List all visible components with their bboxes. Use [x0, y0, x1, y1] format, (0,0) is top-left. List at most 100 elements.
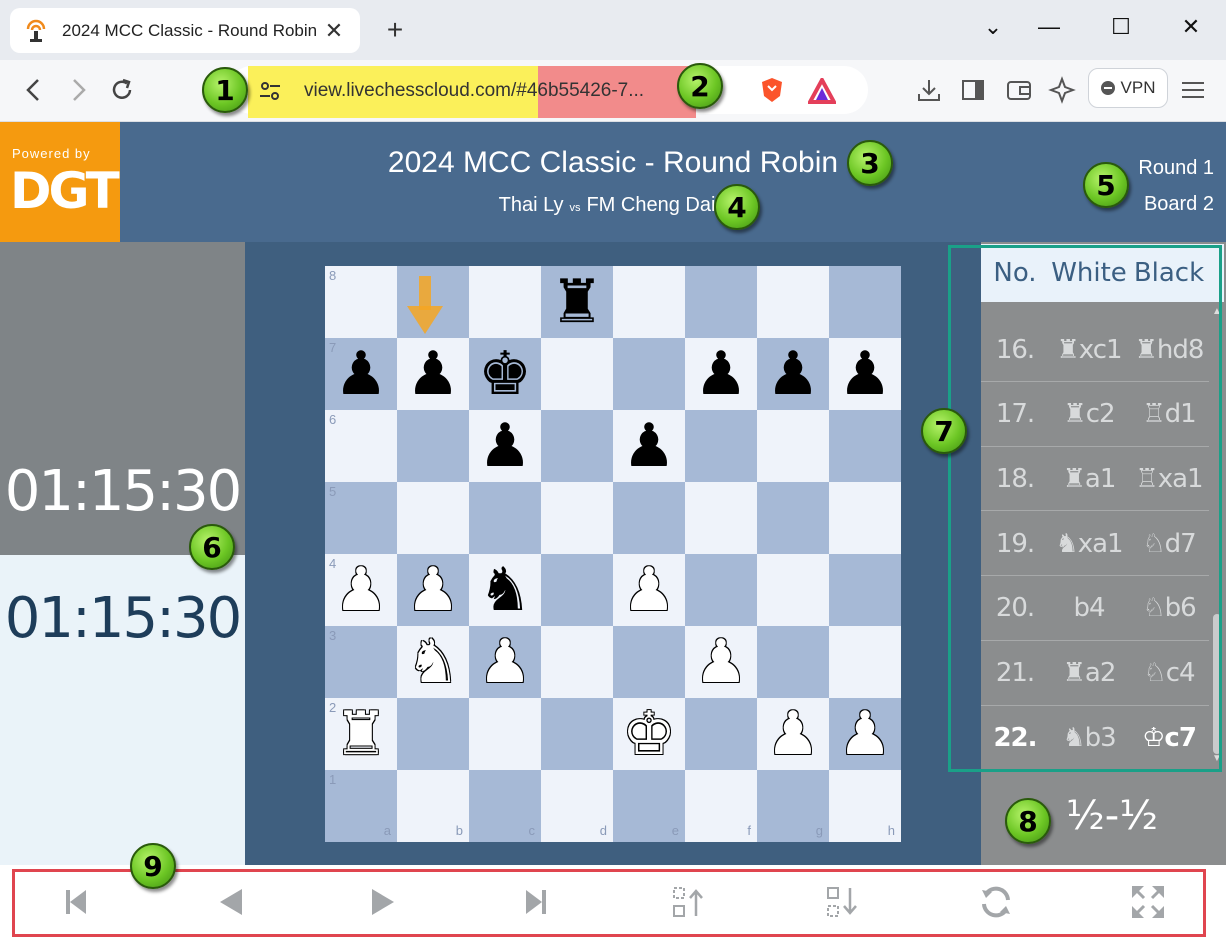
black-king-icon[interactable]: ♚	[469, 338, 541, 410]
square-b3[interactable]: ♞	[397, 626, 469, 698]
square-f1[interactable]: f	[685, 770, 757, 842]
square-g3[interactable]	[757, 626, 829, 698]
maximize-button[interactable]: ☐	[1106, 14, 1136, 40]
square-c5[interactable]	[469, 482, 541, 554]
square-f3[interactable]: ♟	[685, 626, 757, 698]
minimize-button[interactable]: —	[1034, 14, 1064, 40]
white-pawn-icon[interactable]: ♟	[325, 554, 397, 626]
reload-button[interactable]	[104, 74, 140, 106]
square-g2[interactable]: ♟	[757, 698, 829, 770]
square-e3[interactable]	[613, 626, 685, 698]
square-b1[interactable]: b	[397, 770, 469, 842]
square-f4[interactable]	[685, 554, 757, 626]
square-f2[interactable]	[685, 698, 757, 770]
fullscreen-button[interactable]	[1128, 882, 1168, 922]
move-white[interactable]: ♜c2	[1049, 399, 1129, 429]
white-rook-icon[interactable]: ♜	[325, 698, 397, 770]
close-window-button[interactable]: ✕	[1176, 14, 1206, 40]
white-pawn-icon[interactable]: ♟	[397, 554, 469, 626]
square-a4[interactable]: 4 ♟	[325, 554, 397, 626]
white-knight-icon[interactable]: ♞	[397, 626, 469, 698]
white-pawn-icon[interactable]: ♟	[757, 698, 829, 770]
square-a5[interactable]: 5	[325, 482, 397, 554]
black-pawn-icon[interactable]: ♟	[469, 410, 541, 482]
square-h7[interactable]: ♟	[829, 338, 901, 410]
move-black[interactable]: ♘c4	[1129, 658, 1209, 688]
square-c4[interactable]: ♞	[469, 554, 541, 626]
back-button[interactable]	[16, 74, 52, 106]
square-e1[interactable]: e	[613, 770, 685, 842]
square-h8[interactable]	[829, 266, 901, 338]
black-pawn-icon[interactable]: ♟	[829, 338, 901, 410]
black-pawn-icon[interactable]: ♟	[757, 338, 829, 410]
square-h5[interactable]	[829, 482, 901, 554]
move-black[interactable]: ♖d1	[1129, 399, 1209, 429]
square-h2[interactable]: ♟	[829, 698, 901, 770]
leo-ai-icon[interactable]	[1048, 74, 1078, 106]
square-f7[interactable]: ♟	[685, 338, 757, 410]
scroll-up-icon[interactable]: ▲	[1212, 306, 1222, 317]
square-g1[interactable]: g	[757, 770, 829, 842]
scroll-down-icon[interactable]: ▼	[1212, 753, 1222, 764]
square-a2[interactable]: 2 ♜	[325, 698, 397, 770]
square-g4[interactable]	[757, 554, 829, 626]
black-knight-icon[interactable]: ♞	[469, 554, 541, 626]
square-c3[interactable]: ♟	[469, 626, 541, 698]
move-row[interactable]: 18. ♜a1 ♖xa1	[981, 447, 1209, 512]
chessboard[interactable]: 8 ♜ 7 ♟ ♟ ♚ ♟ ♟ ♟ 6 ♟ ♟ 5 4 ♟ ♟ ♞ ♟ 3 ♞ ♟ ♟ 2 ♜ ♚ ♟ ♟ 1 a b c d e f g h	[325, 266, 901, 842]
square-e6[interactable]: ♟	[613, 410, 685, 482]
move-black[interactable]: ♜hd8	[1129, 335, 1209, 365]
square-c1[interactable]: c	[469, 770, 541, 842]
square-b6[interactable]	[397, 410, 469, 482]
square-d6[interactable]	[541, 410, 613, 482]
move-black[interactable]: ♔c7	[1129, 723, 1209, 753]
tab-search-dropdown-icon[interactable]: ⌄	[978, 14, 1008, 40]
square-a1[interactable]: 1a	[325, 770, 397, 842]
brave-rewards-icon[interactable]	[806, 75, 838, 104]
move-row[interactable]: 17. ♜c2 ♖d1	[981, 383, 1209, 447]
square-b5[interactable]	[397, 482, 469, 554]
white-pawn-icon[interactable]: ♟	[469, 626, 541, 698]
square-d8[interactable]: ♜	[541, 266, 613, 338]
move-white[interactable]: ♞xa1	[1049, 529, 1129, 559]
square-h6[interactable]	[829, 410, 901, 482]
square-f5[interactable]	[685, 482, 757, 554]
move-black[interactable]: ♘b6	[1129, 593, 1209, 623]
site-settings-icon[interactable]	[258, 80, 282, 102]
sidebar-icon[interactable]	[958, 74, 988, 106]
square-e4[interactable]: ♟	[613, 554, 685, 626]
square-d4[interactable]	[541, 554, 613, 626]
square-e5[interactable]	[613, 482, 685, 554]
black-pawn-icon[interactable]: ♟	[325, 338, 397, 410]
square-d1[interactable]: d	[541, 770, 613, 842]
move-down-button[interactable]	[822, 882, 862, 922]
wallet-icon[interactable]	[1004, 74, 1034, 106]
square-e2[interactable]: ♚	[613, 698, 685, 770]
square-c7[interactable]: ♚	[469, 338, 541, 410]
square-d5[interactable]	[541, 482, 613, 554]
first-move-button[interactable]	[56, 882, 96, 922]
square-d2[interactable]	[541, 698, 613, 770]
square-b2[interactable]	[397, 698, 469, 770]
square-e7[interactable]	[613, 338, 685, 410]
move-row[interactable]: 20. b4 ♘b6	[981, 577, 1209, 641]
move-row[interactable]: 19. ♞xa1 ♘d7	[981, 512, 1209, 577]
flip-board-button[interactable]	[976, 882, 1016, 922]
square-a8[interactable]: 8	[325, 266, 397, 338]
next-move-button[interactable]	[362, 882, 402, 922]
square-d7[interactable]	[541, 338, 613, 410]
square-c8[interactable]	[469, 266, 541, 338]
white-pawn-icon[interactable]: ♟	[685, 626, 757, 698]
white-king-icon[interactable]: ♚	[613, 698, 685, 770]
black-pawn-icon[interactable]: ♟	[613, 410, 685, 482]
downloads-icon[interactable]	[914, 74, 944, 106]
move-white[interactable]: ♞b3	[1049, 723, 1129, 753]
square-c2[interactable]	[469, 698, 541, 770]
move-white[interactable]: b4	[1049, 593, 1129, 623]
move-white[interactable]: ♜xc1	[1049, 335, 1129, 365]
white-pawn-icon[interactable]: ♟	[613, 554, 685, 626]
brave-shields-icon[interactable]	[760, 76, 784, 104]
dgt-logo[interactable]: Powered by DGT	[0, 122, 120, 242]
square-d3[interactable]	[541, 626, 613, 698]
square-h3[interactable]	[829, 626, 901, 698]
